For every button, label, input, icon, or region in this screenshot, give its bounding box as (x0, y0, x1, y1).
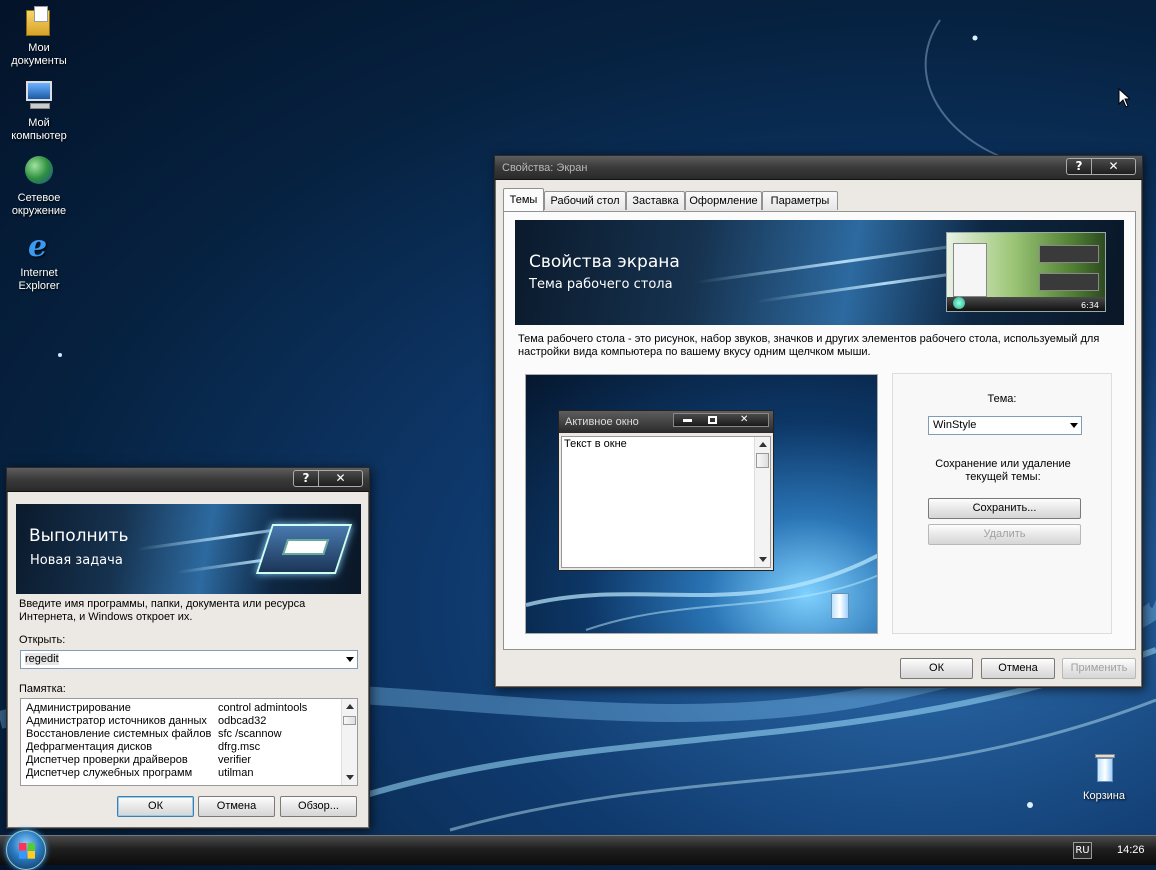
desktop-icon-my-computer[interactable]: Мой компьютер (0, 79, 78, 143)
close-button[interactable]: ✕ (1092, 158, 1136, 175)
run-dialog-window: ? ✕ Выполнить Новая задача Введите имя п… (6, 467, 370, 829)
close-button[interactable]: ✕ (319, 470, 363, 487)
cancel-button[interactable]: Отмена (981, 658, 1055, 679)
apply-button[interactable]: Применить (1062, 658, 1136, 679)
desktop-icon-label: Сетевое (17, 192, 61, 204)
list-item[interactable]: Администрирование control admintools (26, 702, 307, 715)
desktop-icon-my-documents[interactable]: Мои документы (0, 4, 78, 68)
language-indicator[interactable]: RU (1073, 842, 1092, 859)
tab-panel: Свойства экрана Тема рабочего стола 6:34… (503, 211, 1136, 650)
tab-desktop[interactable]: Рабочий стол (544, 191, 626, 210)
tab-themes[interactable]: Темы (503, 188, 544, 211)
windows-logo-icon (19, 843, 35, 859)
list-item[interactable]: Администратор источников данных odbcad32 (26, 715, 266, 728)
preview-active-window: Активное окно ✕ Текст в окне (558, 410, 774, 571)
browse-button[interactable]: Обзор... (280, 796, 357, 817)
run-banner-icon (255, 524, 353, 574)
taskbar: RU 14:26 (0, 830, 1156, 870)
banner-subtitle: Новая задача (30, 553, 123, 568)
desktop-icon-label: компьютер (11, 130, 67, 142)
help-button[interactable]: ? (1066, 158, 1092, 175)
list-item[interactable]: Восстановление системных файлов sfc /scan… (26, 728, 282, 741)
theme-settings-group: Тема: WinStyle Сохранение или удаление т… (892, 373, 1112, 634)
ok-button[interactable]: ОК (117, 796, 194, 817)
minimize-icon (683, 419, 692, 422)
desktop-icon-label: Мои (28, 42, 50, 54)
banner-title: Выполнить (29, 526, 129, 546)
preview-recycle-bin-icon (831, 593, 849, 619)
preview-window-body: Текст в окне (561, 436, 771, 568)
open-input[interactable]: regedit (20, 650, 358, 669)
desktop-icon-recycle-bin[interactable]: Корзина (1065, 752, 1143, 803)
theme-select[interactable]: WinStyle (928, 416, 1082, 435)
list-item[interactable]: Диспетчер служебных программ utilman (26, 767, 253, 780)
list-item[interactable]: Дефрагментация дисков dfrg.msc (26, 741, 260, 754)
chevron-down-icon (1070, 423, 1078, 428)
memo-label: Памятка: (19, 683, 66, 695)
banner: Выполнить Новая задача (16, 504, 361, 594)
ok-button[interactable]: ОК (900, 658, 973, 679)
recycle-bin-icon (1087, 752, 1121, 786)
title-bar[interactable]: ? ✕ (7, 468, 369, 492)
scroll-up-icon[interactable] (346, 704, 354, 709)
desktop-icon-label: документы (11, 55, 67, 67)
desktop-icon-label: Мой (28, 117, 50, 129)
tab-settings[interactable]: Параметры (762, 191, 838, 210)
desktop-icon-internet-explorer[interactable]: e Internet Explorer (0, 229, 78, 293)
theme-label: Тема: (987, 393, 1017, 405)
list-item[interactable]: Диспетчер проверки драйверов verifier (26, 754, 251, 767)
open-input-value: regedit (25, 653, 59, 665)
close-icon: ✕ (740, 414, 749, 425)
desktop-icon-label: Internet (20, 267, 58, 279)
documents-icon (22, 4, 56, 38)
scroll-thumb[interactable] (343, 716, 356, 725)
help-button[interactable]: ? (293, 470, 319, 487)
taskbar-clock[interactable]: 14:26 (1117, 844, 1145, 856)
preview-scrollbar (754, 437, 770, 567)
cancel-button[interactable]: Отмена (198, 796, 275, 817)
theme-thumbnail: 6:34 (946, 232, 1106, 312)
open-label: Открыть: (19, 634, 66, 646)
banner-subtitle: Тема рабочего стола (529, 277, 673, 292)
banner: Свойства экрана Тема рабочего стола 6:34 (515, 220, 1124, 325)
computer-icon (22, 79, 56, 113)
desktop-icon-label: Explorer (18, 280, 60, 292)
tab-strip: Темы Рабочий стол Заставка Оформление Па… (503, 188, 1135, 211)
preview-window-title: Активное окно (565, 416, 639, 428)
memo-scrollbar[interactable] (341, 699, 357, 785)
desktop-icon-label: Корзина (1083, 790, 1125, 802)
preview-title-buttons: ✕ (673, 413, 769, 427)
desktop-icon-label: окружение (11, 205, 67, 217)
theme-select-value: WinStyle (933, 419, 977, 431)
tab-screensaver[interactable]: Заставка (626, 191, 685, 210)
run-description: Введите имя программы, папки, документа … (19, 598, 306, 623)
tab-appearance[interactable]: Оформление (685, 191, 762, 210)
network-icon (22, 154, 56, 188)
memo-list[interactable]: Администрирование control admintools Адми… (20, 698, 358, 786)
delete-theme-button[interactable]: Удалить (928, 524, 1081, 545)
banner-title: Свойства экрана (529, 252, 680, 272)
chevron-down-icon (346, 657, 354, 662)
save-theme-button[interactable]: Сохранить... (928, 498, 1081, 519)
window-title: Свойства: Экран (502, 162, 588, 174)
title-bar[interactable]: Свойства: Экран ? ✕ (495, 156, 1142, 180)
preview-window-text: Текст в окне (564, 438, 627, 450)
desktop-icon-network[interactable]: Сетевое окружение (0, 154, 78, 218)
theme-preview: Активное окно ✕ Текст в окне (525, 374, 878, 634)
start-button[interactable] (6, 830, 46, 870)
scroll-down-icon[interactable] (346, 775, 354, 780)
mouse-cursor-icon (1118, 88, 1130, 108)
maximize-icon (708, 416, 717, 424)
theme-description: Тема рабочего стола - это рисунок, набор… (518, 333, 1100, 358)
internet-explorer-icon: e (28, 229, 48, 264)
save-delete-label: Сохранение или удаление текущей темы: (935, 458, 1071, 483)
display-properties-window: Свойства: Экран ? ✕ Темы Рабочий стол За… (494, 155, 1143, 688)
thumbnail-clock: 6:34 (1081, 301, 1099, 310)
